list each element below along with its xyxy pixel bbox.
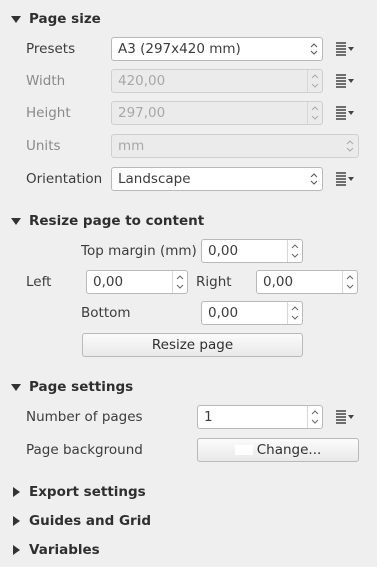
color-swatch	[234, 445, 253, 455]
section-export-settings[interactable]: Export settings	[9, 482, 146, 502]
presets-value: A3 (297x420 mm)	[118, 41, 241, 57]
left-margin-field[interactable]: 0,00	[86, 270, 188, 294]
units-combo[interactable]: mm	[111, 134, 359, 158]
updown-arrows-icon	[309, 171, 319, 187]
data-defined-override-icon[interactable]	[334, 169, 354, 189]
left-margin-label: Left	[26, 274, 52, 290]
number-of-pages-field[interactable]: 1	[197, 405, 323, 429]
spin-buttons[interactable]	[287, 240, 302, 262]
section-guides-and-grid[interactable]: Guides and Grid	[9, 511, 151, 531]
triangle-right-icon	[9, 543, 23, 557]
orientation-label: Orientation	[26, 171, 103, 187]
top-margin-label: Top margin (mm)	[81, 243, 197, 259]
number-of-pages-value: 1	[204, 409, 213, 425]
left-margin-value: 0,00	[93, 274, 124, 290]
section-page-settings[interactable]: Page settings	[9, 377, 133, 397]
orientation-value: Landscape	[118, 171, 191, 187]
resize-page-button[interactable]: Resize page	[82, 333, 303, 357]
data-defined-override-icon[interactable]	[334, 103, 354, 123]
width-field[interactable]: 420,00	[111, 69, 323, 93]
data-defined-override-icon[interactable]	[334, 407, 354, 427]
spin-buttons[interactable]	[307, 102, 322, 124]
change-background-button[interactable]: Change...	[197, 438, 359, 462]
height-field[interactable]: 297,00	[111, 101, 323, 125]
triangle-right-icon	[9, 514, 23, 528]
width-label: Width	[26, 73, 66, 89]
spin-buttons[interactable]	[342, 271, 357, 293]
spin-buttons[interactable]	[307, 70, 322, 92]
presets-combo[interactable]: A3 (297x420 mm)	[111, 37, 323, 61]
bottom-margin-field[interactable]: 0,00	[201, 301, 303, 325]
top-margin-field[interactable]: 0,00	[201, 239, 303, 263]
height-value: 297,00	[118, 105, 166, 121]
bottom-margin-label: Bottom	[81, 305, 131, 321]
section-title: Page settings	[29, 379, 134, 395]
right-margin-value: 0,00	[263, 274, 294, 290]
triangle-down-icon	[9, 380, 23, 394]
section-title: Export settings	[29, 484, 146, 500]
section-title: Resize page to content	[29, 213, 205, 229]
orientation-combo[interactable]: Landscape	[111, 167, 323, 191]
data-defined-override-icon[interactable]	[334, 71, 354, 91]
section-resize-page[interactable]: Resize page to content	[9, 211, 204, 231]
bottom-margin-value: 0,00	[208, 305, 239, 321]
section-variables[interactable]: Variables	[9, 540, 100, 560]
section-page-size[interactable]: Page size	[9, 9, 101, 29]
spin-buttons[interactable]	[287, 302, 302, 324]
page-background-label: Page background	[26, 442, 143, 458]
top-margin-value: 0,00	[208, 243, 239, 259]
height-label: Height	[26, 105, 71, 121]
triangle-down-icon	[9, 12, 23, 26]
spin-buttons[interactable]	[172, 271, 187, 293]
triangle-right-icon	[9, 485, 23, 499]
updown-arrows-icon	[309, 41, 319, 57]
change-button-label: Change...	[256, 442, 322, 458]
width-value: 420,00	[118, 73, 166, 89]
right-margin-field[interactable]: 0,00	[256, 270, 358, 294]
section-title: Page size	[29, 11, 101, 27]
units-value: mm	[118, 138, 145, 154]
data-defined-override-icon[interactable]	[334, 39, 354, 59]
triangle-down-icon	[9, 214, 23, 228]
spin-buttons[interactable]	[307, 406, 322, 428]
number-of-pages-label: Number of pages	[26, 409, 143, 425]
section-title: Guides and Grid	[29, 513, 151, 529]
updown-arrows-icon	[345, 138, 355, 154]
units-label: Units	[26, 138, 61, 154]
right-margin-label: Right	[196, 274, 232, 290]
section-title: Variables	[29, 542, 100, 558]
presets-label: Presets	[26, 41, 76, 57]
